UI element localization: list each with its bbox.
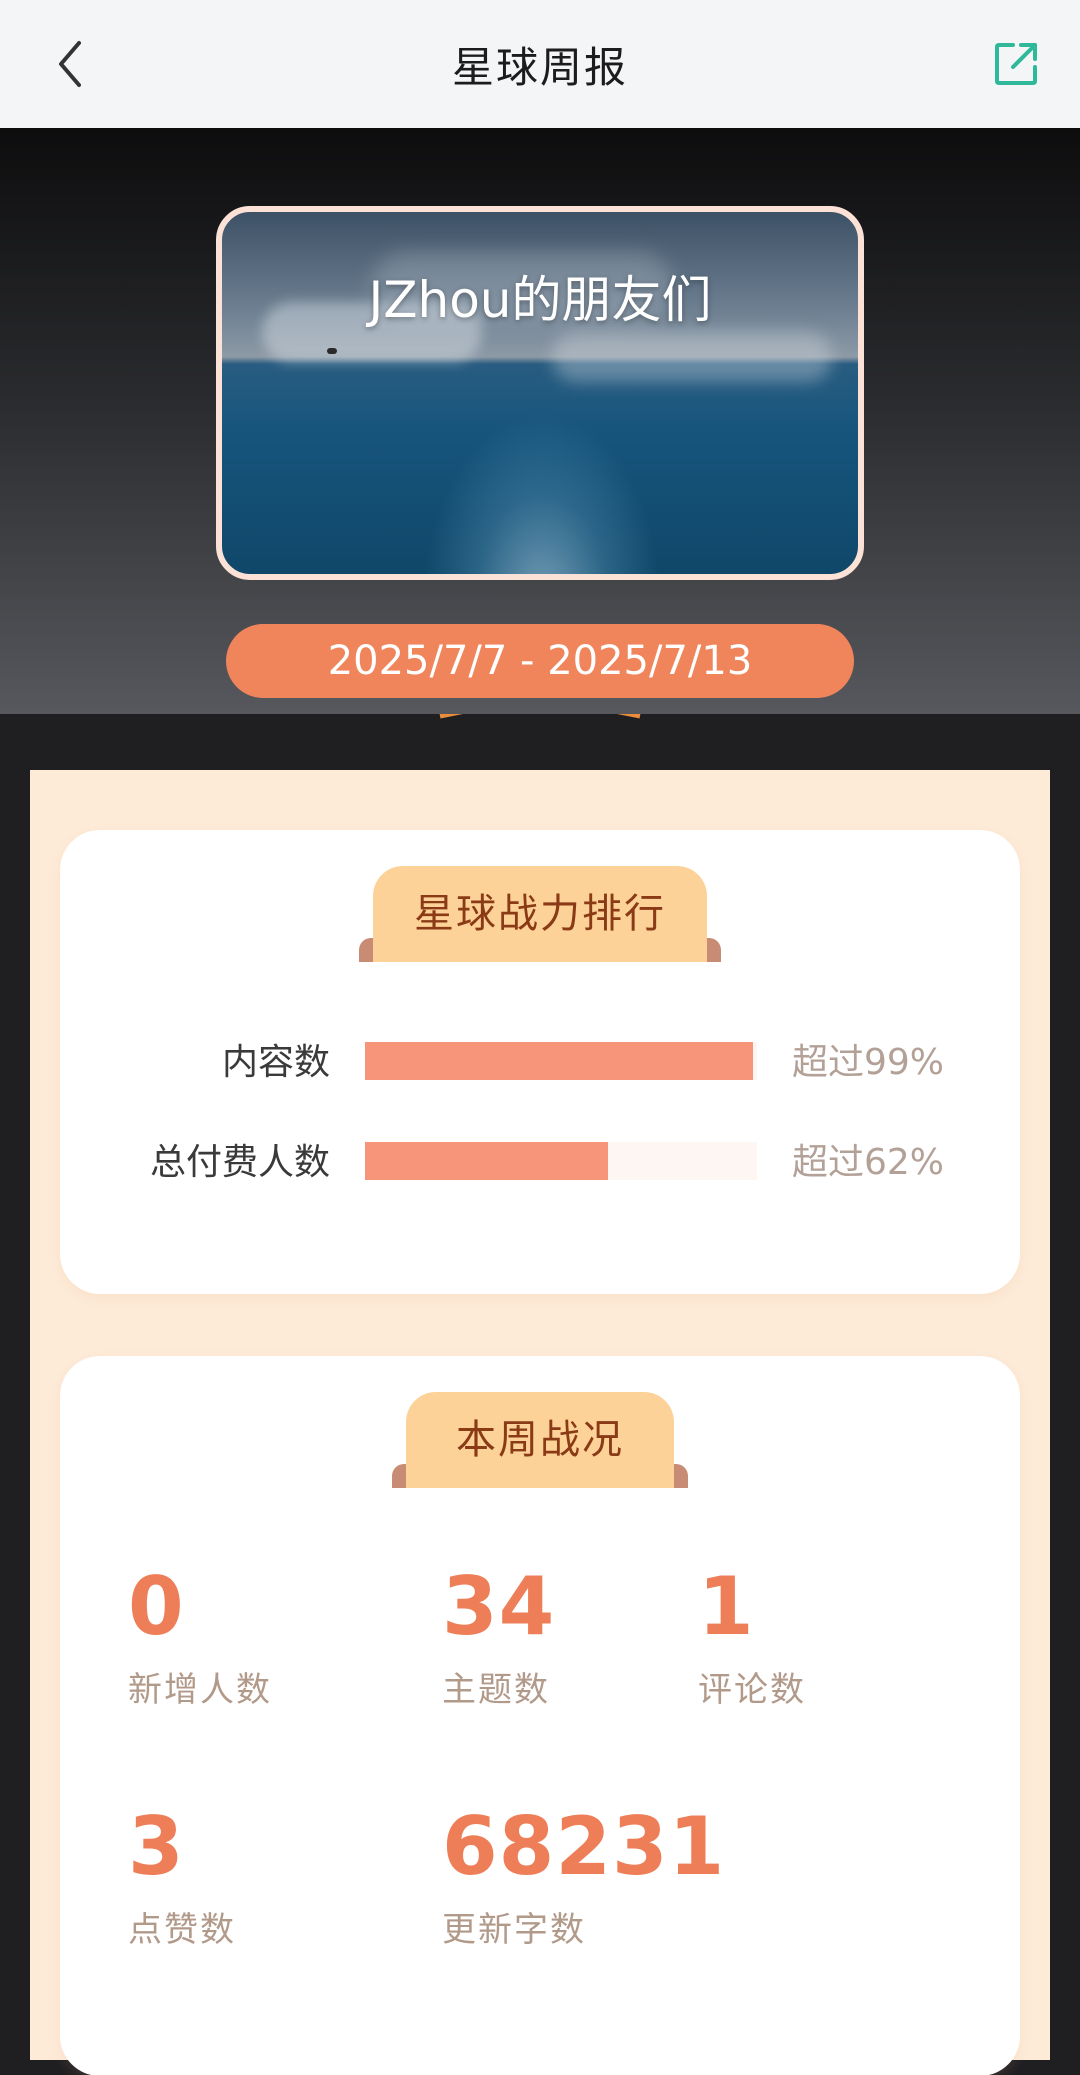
planet-name: JZhou的朋友们 bbox=[368, 271, 712, 329]
stat-label: 点赞数 bbox=[128, 1910, 236, 1950]
stat-number: 0 bbox=[128, 1560, 185, 1653]
rank-label: 总付费人数 bbox=[149, 1142, 330, 1183]
page-title: 星球周报 bbox=[451, 42, 628, 92]
stat-topics: 34 主题数 bbox=[442, 1562, 555, 1711]
stat-number: 1 bbox=[698, 1560, 755, 1653]
rank-value: 超过62% bbox=[792, 1142, 945, 1183]
report-body: 星球战力排行 内容数 超过99% 总付费人数 超过62% 本周战况 0 新增人数… bbox=[30, 770, 1050, 2075]
stat-label: 更新字数 bbox=[442, 1910, 586, 1950]
cover-ocean-wake bbox=[422, 412, 662, 574]
ranking-title: 星球战力排行 bbox=[373, 866, 707, 962]
rank-row-content: 内容数 超过99% bbox=[60, 1038, 1020, 1088]
rank-bar-track bbox=[365, 1142, 757, 1180]
share-button[interactable] bbox=[986, 34, 1046, 94]
rank-bar-fill bbox=[365, 1142, 609, 1180]
rank-bar-fill bbox=[365, 1042, 754, 1080]
cover-cloud bbox=[552, 332, 832, 382]
planet-cover-image: JZhou的朋友们 bbox=[216, 206, 864, 580]
rank-value: 超过99% bbox=[792, 1042, 945, 1083]
weekly-stats-card: 本周战况 0 新增人数 34 主题数 1 评论数 3 点赞数 68231 更新字 bbox=[60, 1356, 1020, 2075]
hero-banner: JZhou的朋友们 2025/7/7 - 2025/7/13 bbox=[0, 128, 1080, 748]
weekly-title-ribbon: 本周战况 bbox=[392, 1392, 688, 1488]
rank-label: 内容数 bbox=[221, 1042, 330, 1083]
weekly-title: 本周战况 bbox=[406, 1392, 674, 1488]
ranking-title-ribbon: 星球战力排行 bbox=[359, 866, 721, 962]
share-external-icon bbox=[995, 43, 1037, 85]
rank-row-payers: 总付费人数 超过62% bbox=[60, 1138, 1020, 1188]
stat-label: 评论数 bbox=[698, 1670, 806, 1710]
weekly-report-page: 星球周报 JZhou的朋友们 2025/7/7 - 2025/7/13 星球战力… bbox=[0, 0, 1080, 2075]
stat-number: 34 bbox=[442, 1560, 556, 1653]
stat-label: 新增人数 bbox=[128, 1670, 272, 1710]
hero-notch-decoration bbox=[0, 714, 1080, 774]
cover-bird bbox=[327, 348, 337, 354]
stat-label: 主题数 bbox=[442, 1670, 550, 1710]
top-nav-bar: 星球周报 bbox=[0, 0, 1080, 128]
stat-new-members: 0 新增人数 bbox=[128, 1562, 272, 1711]
stat-words-updated: 68231 更新字数 bbox=[442, 1802, 725, 1951]
back-button[interactable] bbox=[40, 34, 100, 94]
rank-bar-track bbox=[365, 1042, 757, 1080]
chevron-left-icon bbox=[59, 41, 81, 87]
date-range-badge: 2025/7/7 - 2025/7/13 bbox=[226, 624, 854, 698]
stat-number: 68231 bbox=[442, 1800, 726, 1893]
stat-likes: 3 点赞数 bbox=[128, 1802, 236, 1951]
stat-comments: 1 评论数 bbox=[698, 1562, 806, 1711]
stat-number: 3 bbox=[128, 1800, 185, 1893]
ranking-card: 星球战力排行 内容数 超过99% 总付费人数 超过62% bbox=[60, 830, 1020, 1294]
